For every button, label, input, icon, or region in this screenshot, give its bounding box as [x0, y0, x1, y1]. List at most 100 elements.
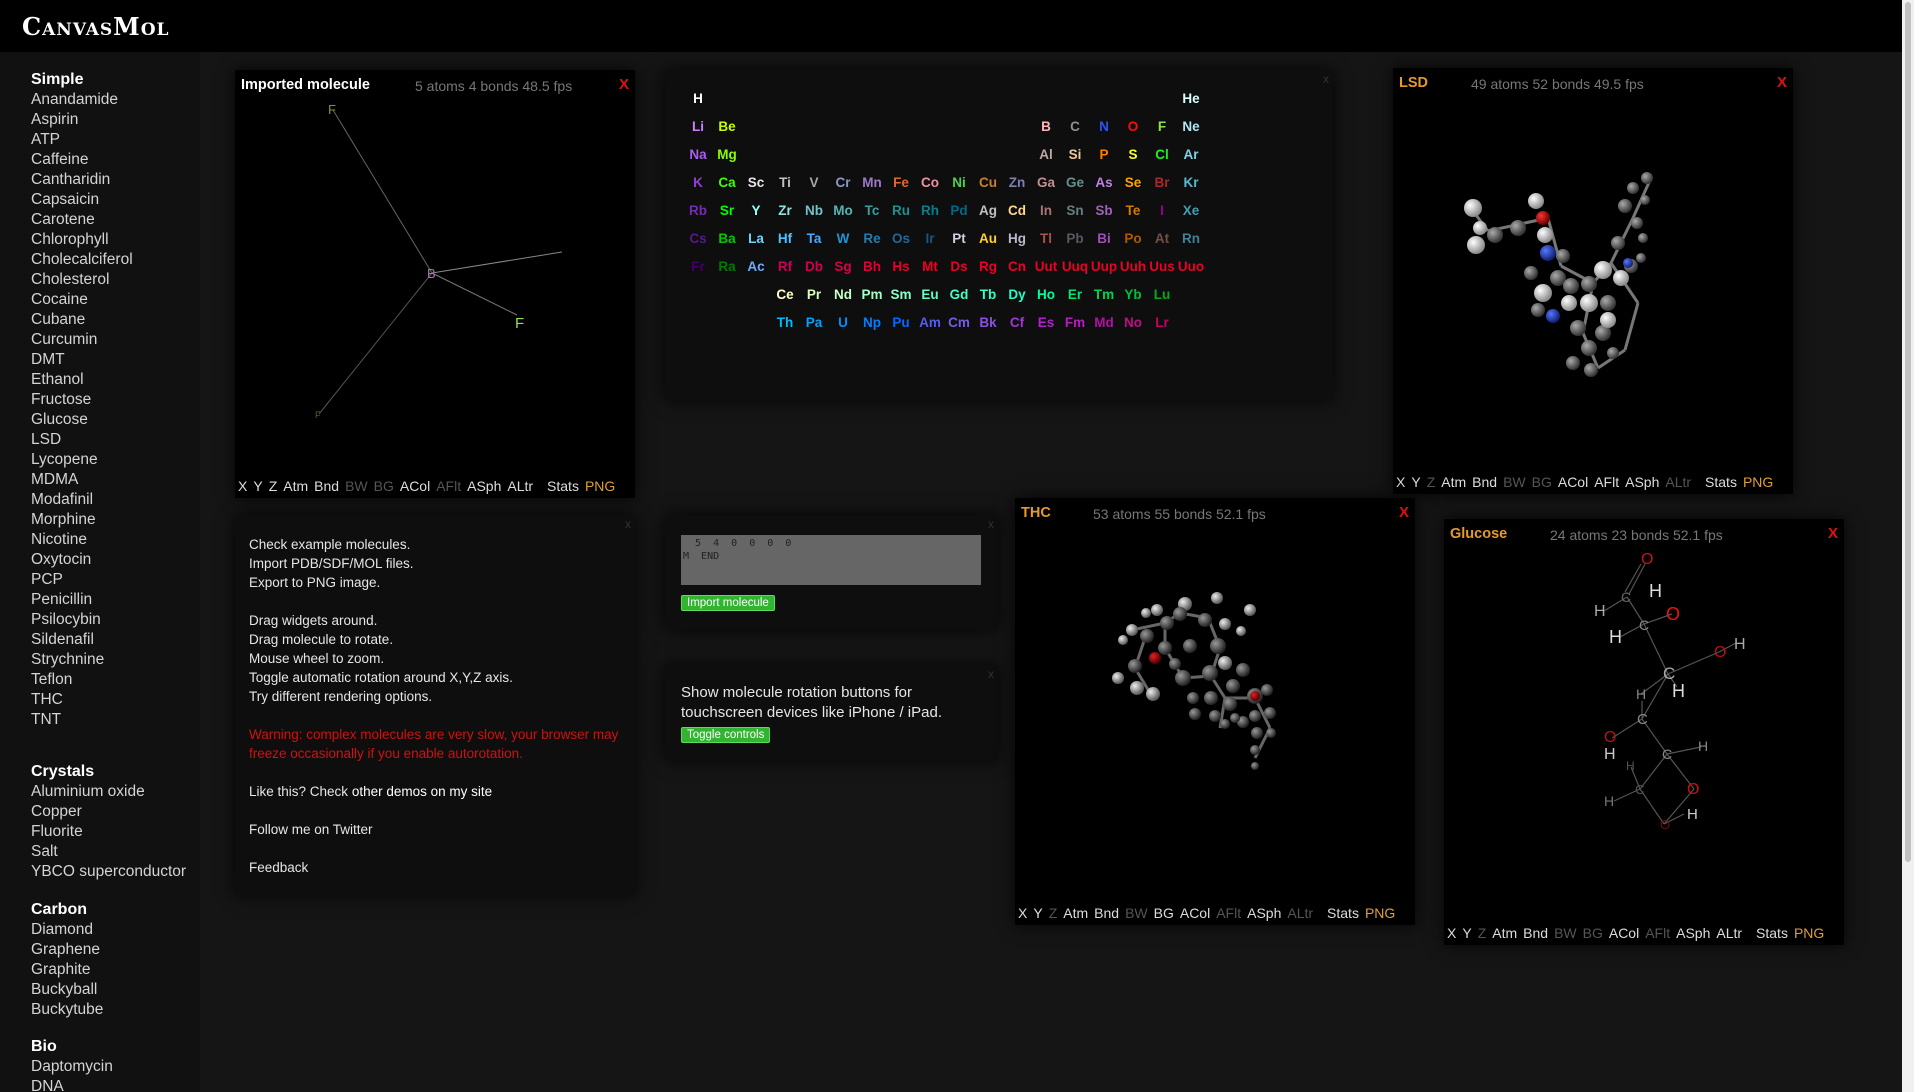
element-he[interactable]: He [1174, 84, 1208, 114]
close-widget-button[interactable]: x [1323, 72, 1329, 86]
toolbar-bg-toggle[interactable]: BG [1154, 905, 1174, 921]
toolbar-asph-toggle[interactable]: ASph [467, 478, 501, 494]
toolbar-aflt-toggle[interactable]: AFlt [1594, 474, 1619, 490]
toolbar-altr-toggle[interactable]: ALtr [1665, 474, 1691, 490]
export-png-button[interactable]: PNG [1794, 925, 1824, 941]
molecule-canvas[interactable] [1393, 88, 1793, 478]
element-ar[interactable]: Ar [1174, 140, 1208, 170]
toolbar-atm-toggle[interactable]: Atm [283, 478, 308, 494]
glucose-widget[interactable]: Glucose 24 atoms 23 bonds 52.1 fps X O H… [1444, 519, 1844, 945]
toolbar-bg-toggle[interactable]: BG [1583, 925, 1603, 941]
sidebar-item-atp[interactable]: ATP [31, 130, 133, 150]
toolbar-altr-toggle[interactable]: ALtr [507, 478, 533, 494]
periodic-table-widget[interactable]: x H He Li Be B C N O F Ne Na Mg Al Si P S Cl Ar K Ca Sc Ti V Cr… [665, 70, 1333, 400]
toolbar-bw-toggle[interactable]: BW [345, 478, 368, 494]
sidebar-item-thc[interactable]: THC [31, 690, 133, 710]
export-png-button[interactable]: PNG [1365, 905, 1395, 921]
sidebar-item-graphene[interactable]: Graphene [31, 940, 103, 960]
toolbar-bw-toggle[interactable]: BW [1503, 474, 1526, 490]
sidebar-item-tnt[interactable]: TNT [31, 710, 133, 730]
sidebar-item-lsd[interactable]: LSD [31, 430, 133, 450]
molecule-canvas[interactable] [1015, 518, 1415, 908]
toolbar-acol-toggle[interactable]: ACol [1609, 925, 1639, 941]
toolbar-acol-toggle[interactable]: ACol [1558, 474, 1588, 490]
toolbar-x-toggle[interactable]: X [1447, 925, 1456, 941]
element-be[interactable]: Be [710, 112, 744, 142]
sidebar-item-psilocybin[interactable]: Psilocybin [31, 610, 133, 630]
toolbar-stats-toggle[interactable]: Stats [1705, 474, 1737, 490]
toolbar-bg-toggle[interactable]: BG [374, 478, 394, 494]
sidebar-item-capsaicin[interactable]: Capsaicin [31, 190, 133, 210]
toolbar-atm-toggle[interactable]: Atm [1063, 905, 1088, 921]
toolbar-stats-toggle[interactable]: Stats [1756, 925, 1788, 941]
sidebar-item-graphite[interactable]: Graphite [31, 960, 103, 980]
toolbar-y-toggle[interactable]: Y [1462, 925, 1471, 941]
toolbar-aflt-toggle[interactable]: AFlt [1216, 905, 1241, 921]
toolbar-bnd-toggle[interactable]: Bnd [314, 478, 339, 494]
sidebar-item-cholecalciferol[interactable]: Cholecalciferol [31, 250, 133, 270]
toolbar-altr-toggle[interactable]: ALtr [1287, 905, 1313, 921]
page-scrollbar[interactable] [1902, 0, 1914, 1092]
toolbar-z-toggle[interactable]: Z [1049, 905, 1058, 921]
sidebar-item-strychnine[interactable]: Strychnine [31, 650, 133, 670]
sidebar-item-modafinil[interactable]: Modafinil [31, 490, 133, 510]
sidebar-item-chlorophyll[interactable]: Chlorophyll [31, 230, 133, 250]
sidebar-item-copper[interactable]: Copper [31, 802, 186, 822]
close-widget-button[interactable]: x [988, 667, 994, 681]
toolbar-y-toggle[interactable]: Y [253, 478, 262, 494]
sidebar-item-fructose[interactable]: Fructose [31, 390, 133, 410]
export-png-button[interactable]: PNG [1743, 474, 1773, 490]
sidebar-item-buckyball[interactable]: Buckyball [31, 980, 103, 1000]
toolbar-x-toggle[interactable]: X [238, 478, 247, 494]
site-logo[interactable]: CanvasMol [22, 12, 170, 41]
sidebar-item-fluorite[interactable]: Fluorite [31, 822, 186, 842]
export-png-button[interactable]: PNG [585, 478, 615, 494]
toolbar-acol-toggle[interactable]: ACol [1180, 905, 1210, 921]
toolbar-bw-toggle[interactable]: BW [1554, 925, 1577, 941]
toolbar-z-toggle[interactable]: Z [269, 478, 278, 494]
sidebar-item-cubane[interactable]: Cubane [31, 310, 133, 330]
element-mg[interactable]: Mg [710, 140, 744, 170]
twitter-link[interactable]: Follow me on Twitter [249, 820, 619, 839]
toolbar-atm-toggle[interactable]: Atm [1441, 474, 1466, 490]
lsd-widget[interactable]: LSD 49 atoms 52 bonds 49.5 fps X X Y Z Atm B… [1393, 68, 1793, 494]
sidebar-item-salt[interactable]: Salt [31, 842, 186, 862]
toolbar-x-toggle[interactable]: X [1396, 474, 1405, 490]
toolbar-asph-toggle[interactable]: ASph [1676, 925, 1710, 941]
sidebar-item-teflon[interactable]: Teflon [31, 670, 133, 690]
toolbar-y-toggle[interactable]: Y [1033, 905, 1042, 921]
sidebar-item-aspirin[interactable]: Aspirin [31, 110, 133, 130]
toggle-controls-button[interactable]: Toggle controls [681, 727, 771, 743]
molecule-data-input[interactable]: 5 4 0 0 0 0 M END [681, 535, 981, 585]
element-lu[interactable]: Lu [1145, 280, 1179, 310]
sidebar-item-cantharidin[interactable]: Cantharidin [31, 170, 133, 190]
sidebar-item-cocaine[interactable]: Cocaine [31, 290, 133, 310]
sidebar-item-carotene[interactable]: Carotene [31, 210, 133, 230]
sidebar-item-buckytube[interactable]: Buckytube [31, 1000, 103, 1020]
sidebar-item-dna[interactable]: DNA [31, 1077, 113, 1092]
sidebar-item-dmt[interactable]: DMT [31, 350, 133, 370]
toolbar-stats-toggle[interactable]: Stats [547, 478, 579, 494]
element-uuo[interactable]: Uuo [1174, 252, 1208, 282]
toolbar-bw-toggle[interactable]: BW [1125, 905, 1148, 921]
sidebar-item-curcumin[interactable]: Curcumin [31, 330, 133, 350]
toolbar-acol-toggle[interactable]: ACol [400, 478, 430, 494]
molecule-canvas[interactable]: O H C H O C H H O C H H C O H C H H O C … [1444, 539, 1844, 929]
element-xe[interactable]: Xe [1174, 196, 1208, 226]
toolbar-bg-toggle[interactable]: BG [1532, 474, 1552, 490]
thc-widget[interactable]: THC 53 atoms 55 bonds 52.1 fps X XYZAtm … [1015, 498, 1415, 925]
element-lr[interactable]: Lr [1145, 308, 1179, 338]
sidebar-item-caffeine[interactable]: Caffeine [31, 150, 133, 170]
toolbar-atm-toggle[interactable]: Atm [1492, 925, 1517, 941]
sidebar-item-penicillin[interactable]: Penicillin [31, 590, 133, 610]
scrollbar-thumb[interactable] [1905, 2, 1911, 862]
toolbar-bnd-toggle[interactable]: Bnd [1094, 905, 1119, 921]
molecule-canvas[interactable]: F B F F [235, 90, 635, 490]
sidebar-item-lycopene[interactable]: Lycopene [31, 450, 133, 470]
sidebar-item-diamond[interactable]: Diamond [31, 920, 103, 940]
element-h[interactable]: H [681, 84, 715, 114]
sidebar-item-sildenafil[interactable]: Sildenafil [31, 630, 133, 650]
sidebar-item-oxytocin[interactable]: Oxytocin [31, 550, 133, 570]
import-molecule-button[interactable]: Import molecule [681, 595, 775, 611]
sidebar-item-anandamide[interactable]: Anandamide [31, 90, 133, 110]
